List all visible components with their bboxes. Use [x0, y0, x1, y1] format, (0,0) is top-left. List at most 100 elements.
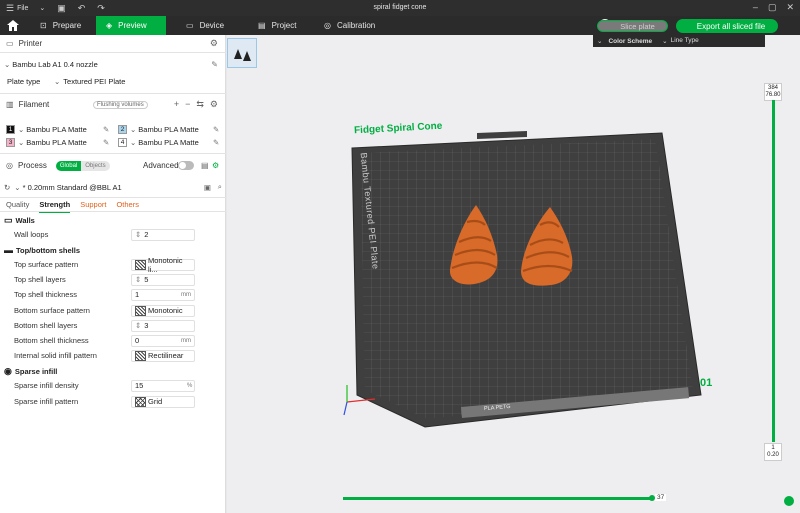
sparse-density-value: 15	[135, 381, 144, 390]
objects-option[interactable]: Objects	[81, 160, 110, 171]
move-slider[interactable]: 37	[340, 494, 670, 504]
build-plate-scene[interactable]	[227, 35, 800, 513]
printer-section-title: Printer	[18, 39, 43, 48]
color-scheme-bar[interactable]: ⌄ Color Scheme ⌄ Line Type	[593, 35, 765, 47]
global-option[interactable]: Global	[55, 160, 82, 171]
search-icon[interactable]: ⌕	[218, 182, 222, 192]
window-controls: – ▢ ✕	[753, 2, 794, 13]
home-button[interactable]	[0, 16, 26, 35]
top-shell-layers-value: 5	[144, 275, 149, 284]
filament-slot[interactable]: 4 ⌄ Bambu PLA Matte ✎	[118, 135, 224, 149]
settings-dot-icon[interactable]	[784, 496, 794, 506]
reset-icon[interactable]: ↻	[4, 183, 10, 192]
edit-filament-icon[interactable]: ✎	[103, 138, 109, 147]
slice-plate-label: Slice plate	[620, 21, 655, 31]
tab-prepare-label: Prepare	[52, 21, 82, 30]
3d-viewport[interactable]: Fidget Spiral Cone Bambu Textured PEI Pl…	[227, 35, 800, 513]
minimize-icon[interactable]: –	[753, 2, 758, 13]
export-all-button[interactable]: Export all sliced file	[676, 19, 778, 33]
printer-select[interactable]: ⌄ Bambu Lab A1 0.4 nozzle ✎	[0, 57, 226, 71]
move-value: 37	[655, 494, 667, 501]
top-surface-pattern-select[interactable]: Monotonic li...	[131, 256, 195, 274]
sparse-pattern-row: Sparse infill pattern Grid	[0, 394, 226, 409]
grid-pattern-icon	[135, 396, 146, 407]
advanced-toggle[interactable]	[178, 161, 194, 170]
sparse-pattern-select[interactable]: Grid	[131, 395, 195, 408]
filament-name: Bambu PLA Matte	[26, 137, 87, 147]
maximize-icon[interactable]: ▢	[768, 2, 777, 13]
infill-icon: ◉	[4, 366, 12, 376]
layer-top-label: 384 76.80	[764, 83, 782, 101]
process-profile-select[interactable]: ↻ ⌄ * 0.20mm Standard @BBL A1 ▣ ⌕	[0, 180, 226, 194]
printer-name: Bambu Lab A1 0.4 nozzle	[12, 59, 98, 69]
divider	[0, 93, 226, 94]
tab-preview[interactable]: ◈ Preview	[96, 16, 166, 35]
internal-infill-pattern-select[interactable]: Rectilinear	[131, 349, 195, 362]
compare-icon[interactable]: ▤	[201, 161, 209, 170]
process-section-title: Process	[17, 161, 47, 170]
color-scheme-value: Line Type	[670, 37, 699, 44]
device-icon: ▭	[186, 21, 194, 30]
bottom-shell-layers-input[interactable]: ⇕ 3	[131, 319, 195, 332]
tab-project[interactable]: ▤ Project	[248, 16, 308, 35]
printer-settings-icon[interactable]: ⚙	[210, 38, 218, 49]
stepper-icon[interactable]: ⇕	[135, 275, 141, 284]
preview-icon: ◈	[106, 21, 113, 30]
edit-filament-icon[interactable]: ✎	[103, 125, 109, 134]
printer-icon: ▭	[6, 39, 14, 48]
layer-slider[interactable]: 384 76.80 1 0.20	[764, 80, 782, 465]
top-shell-layers-input[interactable]: ⇕ 5	[131, 273, 195, 286]
process-icon: ◎	[6, 161, 13, 170]
close-icon[interactable]: ✕	[786, 2, 794, 13]
filament-slot[interactable]: 1 ⌄ Bambu PLA Matte ✎	[6, 122, 112, 136]
remove-icon[interactable]: −	[185, 99, 190, 110]
move-slider-track[interactable]	[343, 497, 654, 500]
divider	[0, 211, 226, 212]
bottom-shell-layers-label: Bottom shell layers	[14, 321, 78, 330]
color-scheme-select[interactable]: ⌄ Line Type	[662, 37, 699, 45]
save-profile-icon[interactable]: ▣	[204, 183, 211, 192]
unit-label: mm	[181, 337, 191, 344]
filament-name: Bambu PLA Matte	[138, 137, 199, 147]
filament-slot[interactable]: 2 ⌄ Bambu PLA Matte ✎	[118, 122, 224, 136]
stepper-icon[interactable]: ⇕	[135, 321, 141, 330]
plate-thumbnail[interactable]	[227, 38, 257, 68]
plate-type-select[interactable]: ⌄ Textured PEI Plate	[54, 77, 125, 86]
sparse-density-input[interactable]: 15	[131, 379, 195, 392]
tab-device[interactable]: ▭ Device	[176, 16, 240, 35]
edit-filament-icon[interactable]: ✎	[213, 138, 219, 147]
edit-printer-icon[interactable]: ✎	[211, 60, 218, 69]
filament-index: 1	[8, 125, 13, 133]
tab-prepare[interactable]: ⊡ Prepare	[30, 16, 96, 35]
project-icon: ▤	[258, 21, 266, 30]
add-icon[interactable]: +	[174, 99, 179, 110]
bottom-shell-layers-row: Bottom shell layers ⇕ 3	[0, 318, 226, 333]
flushing-volumes-button[interactable]: Flushing volumes	[93, 100, 148, 109]
internal-infill-pattern-value: Rectilinear	[148, 351, 184, 360]
filament-index: 4	[120, 138, 125, 146]
tab-calibration[interactable]: ◎ Calibration	[314, 16, 394, 35]
sparse-density-row: Sparse infill density 15 %	[0, 378, 226, 393]
bottom-shell-layers-value: 3	[144, 321, 149, 330]
slice-plate-button[interactable]: Slice plate	[597, 20, 668, 32]
chevron-down-icon: ⌄	[597, 38, 603, 45]
process-settings-icon[interactable]: ⚙	[212, 161, 219, 170]
bottom-shell-thickness-row: Bottom shell thickness 0 mm	[0, 333, 226, 348]
chevron-down-icon: ⌄	[18, 137, 25, 147]
home-icon	[7, 20, 19, 31]
filament-settings-icon[interactable]: ⚙	[210, 99, 218, 110]
stepper-icon[interactable]: ⇕	[135, 230, 141, 239]
bottom-shell-thickness-label: Bottom shell thickness	[14, 336, 89, 345]
bottom-surface-pattern-select[interactable]: Monotonic	[131, 304, 195, 317]
sync-icon[interactable]: ⇆	[196, 99, 204, 110]
walls-icon: ▭	[4, 215, 13, 225]
filament-section-header: ▥ Filament Flushing volumes + − ⇆ ⚙	[0, 96, 226, 113]
global-objects-toggle[interactable]: Global Objects	[55, 160, 110, 171]
prepare-icon: ⊡	[40, 21, 47, 30]
edit-filament-icon[interactable]: ✎	[213, 125, 219, 134]
tab-calibration-label: Calibration	[336, 21, 376, 30]
layer-slider-track[interactable]	[772, 100, 775, 442]
filament-slot[interactable]: 3 ⌄ Bambu PLA Matte ✎	[6, 135, 112, 149]
wall-loops-input[interactable]: ⇕ 2	[131, 228, 195, 241]
top-surface-pattern-label: Top surface pattern	[14, 260, 79, 269]
